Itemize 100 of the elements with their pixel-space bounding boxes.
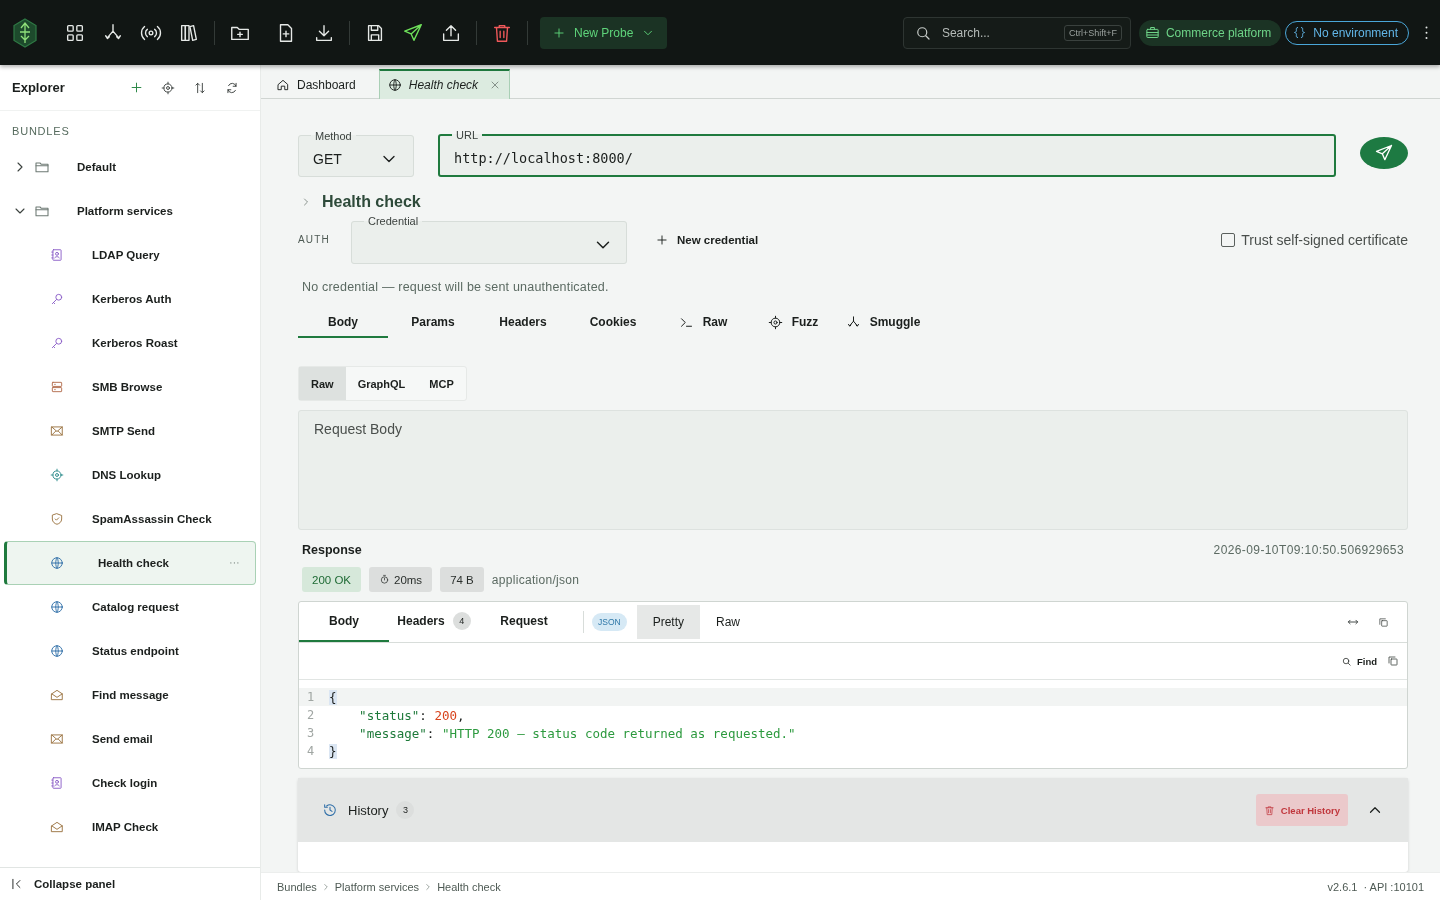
globe-icon: [50, 600, 64, 614]
request-name: Health check: [322, 193, 421, 211]
tree-item[interactable]: LDAP Query: [4, 233, 256, 277]
request-body-field[interactable]: Request Body: [298, 410, 1408, 530]
history-icon: [322, 802, 338, 818]
tree-item[interactable]: SpamAssassin Check: [4, 497, 256, 541]
tree-item[interactable]: Catalog request: [4, 585, 256, 629]
checkbox[interactable]: [1221, 232, 1236, 247]
tree-folder[interactable]: Default: [0, 145, 260, 189]
item-label: Send email: [92, 733, 154, 745]
more-button[interactable]: [1425, 25, 1428, 40]
field-label: URL: [455, 129, 479, 141]
tree-folder[interactable]: Platform services: [0, 189, 260, 233]
version-label: v2.6.1: [1327, 880, 1358, 893]
view-mode-tab[interactable]: Pretty: [636, 605, 700, 639]
trash-icon: [1263, 804, 1275, 816]
workspace-chip[interactable]: Commerce platform: [1138, 19, 1282, 46]
new-probe-button[interactable]: New Probe: [540, 16, 668, 49]
search-icon: [1340, 655, 1352, 667]
section-tab[interactable]: Headers: [478, 308, 568, 338]
tree-item[interactable]: SMB Browse: [4, 365, 256, 409]
checkbox-label: Trust self-signed certificate: [1241, 231, 1408, 248]
body-mode-tab[interactable]: GraphQL: [345, 367, 418, 400]
format-badge: JSON: [592, 613, 627, 631]
find-button[interactable]: Find: [1340, 655, 1377, 667]
api-port-label: · API :10101: [1363, 880, 1424, 893]
globe-icon: [50, 644, 64, 658]
item-label: SMTP Send: [92, 425, 157, 437]
send-button[interactable]: [1360, 137, 1408, 169]
tree-item[interactable]: Send email: [4, 717, 256, 761]
folder-label: Platform services: [77, 205, 174, 217]
breadcrumb-link[interactable]: Platform services: [334, 880, 420, 893]
time-badge: 20ms: [369, 567, 433, 592]
response-tab[interactable]: Request: [479, 602, 569, 642]
section-tab[interactable]: Body: [298, 308, 388, 338]
tree-item[interactable]: IMAP Check: [4, 805, 256, 849]
credential-select[interactable]: Credential: [351, 215, 627, 264]
tree-item[interactable]: Kerberos Roast: [4, 321, 256, 365]
copy-button[interactable]: [1387, 655, 1399, 667]
folder-icon: [34, 203, 50, 219]
item-label: Status endpoint: [92, 645, 180, 657]
plus-icon: [128, 80, 144, 95]
panel-title: Explorer: [12, 80, 66, 95]
tree-item[interactable]: Find message: [4, 673, 256, 717]
item-label: Check login: [92, 777, 159, 789]
server-icon: [50, 380, 64, 394]
breadcrumb-link[interactable]: Health check: [437, 880, 501, 893]
item-label: SpamAssassin Check: [92, 513, 213, 525]
tree-item[interactable]: Status endpoint: [4, 629, 256, 673]
item-label: LDAP Query: [92, 249, 161, 261]
item-label: Catalog request: [92, 601, 180, 613]
url-input[interactable]: http://localhost:8000/: [454, 150, 1320, 166]
plus-icon: [655, 232, 669, 247]
method-select[interactable]: Method GET: [298, 129, 414, 177]
response-title: Response: [302, 543, 363, 557]
timer-icon: [379, 574, 390, 585]
url-field[interactable]: URL http://localhost:8000/: [438, 129, 1336, 177]
tree-item[interactable]: Check login: [4, 761, 256, 805]
open-envelope-icon: [50, 688, 64, 702]
tree-item[interactable]: SMTP Send: [4, 409, 256, 453]
target-icon: [767, 314, 783, 330]
breadcrumb-link[interactable]: Bundles: [277, 880, 317, 893]
briefcase-icon: [1144, 25, 1160, 40]
open-envelope-icon: [50, 820, 64, 834]
shortcut-hint: Ctrl+Shift+F: [1063, 24, 1122, 41]
body-mode-tab[interactable]: MCP: [417, 367, 466, 400]
tree-item[interactable]: Health check: [4, 541, 256, 585]
line-number: 1: [306, 690, 316, 704]
tree-item[interactable]: DNS Lookup: [4, 453, 256, 497]
shield-icon: [50, 512, 64, 526]
search-field[interactable]: Search... Ctrl+Shift+F: [902, 16, 1131, 49]
section-tab[interactable]: Params: [388, 308, 478, 338]
search-input[interactable]: Search...: [939, 24, 1056, 41]
popout-button[interactable]: [1378, 615, 1389, 629]
line-number: 4: [306, 744, 316, 758]
item-label: Kerberos Roast: [92, 337, 179, 349]
line-number: 2: [306, 708, 316, 722]
section-tab[interactable]: Fuzz: [748, 308, 838, 338]
send-icon: [1374, 143, 1394, 163]
response-tab[interactable]: Headers 4: [389, 602, 479, 642]
editor-tab[interactable]: Dashboard: [267, 70, 365, 98]
section-heading: BUNDLES: [11, 124, 71, 139]
globe-icon: [50, 556, 64, 570]
item-label: DNS Lookup: [92, 469, 162, 481]
section-tab[interactable]: Raw: [658, 308, 748, 338]
target-icon: [50, 468, 64, 482]
contact-card-icon: [50, 776, 64, 790]
key-icon: [50, 336, 64, 350]
send-icon: [402, 21, 424, 44]
response-tab[interactable]: Body: [299, 602, 389, 642]
editor-tab[interactable]: Health check: [378, 69, 511, 99]
item-label: SMB Browse: [92, 381, 164, 393]
new-credential-button[interactable]: New credential: [655, 232, 759, 247]
section-tab[interactable]: Cookies: [568, 308, 658, 338]
clear-history-button[interactable]: Clear History: [1255, 794, 1348, 826]
branch-icon: [845, 314, 861, 330]
tree-item[interactable]: Kerberos Auth: [4, 277, 256, 321]
more-icon: [1425, 25, 1428, 40]
section-tab[interactable]: Smuggle: [838, 308, 928, 338]
body-mode-tab[interactable]: Raw: [299, 367, 346, 400]
